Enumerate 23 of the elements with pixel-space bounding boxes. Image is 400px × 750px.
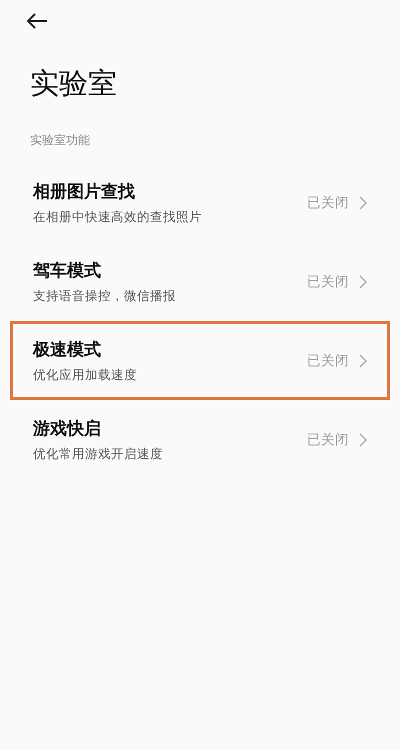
setting-title: 极速模式: [33, 338, 102, 360]
chevron-right-icon: [359, 274, 367, 288]
setting-row[interactable]: 驾车模式 支持语音操控，微信播报 已关闭: [10, 242, 390, 321]
highlight-frame[interactable]: 极速模式 优化应用加载速度 已关闭: [10, 321, 390, 400]
chevron-right-icon: [359, 354, 367, 368]
setting-title: 游戏快启: [33, 418, 102, 440]
page-title: 实验室: [30, 65, 118, 102]
setting-status: 已关闭: [307, 352, 349, 370]
setting-status: 已关闭: [307, 194, 349, 212]
setting-status: 已关闭: [307, 430, 349, 448]
back-arrow-icon: [26, 13, 48, 29]
section-label: 实验室功能: [30, 132, 91, 149]
setting-row[interactable]: 游戏快启 优化常用游戏开启速度 已关闭: [10, 400, 390, 479]
setting-title: 驾车模式: [33, 260, 102, 282]
setting-description: 支持语音操控，微信播报: [33, 288, 177, 304]
setting-description: 优化常用游戏开启速度: [33, 446, 164, 462]
setting-row[interactable]: 相册图片查找 在相册中快速高效的查找照片 已关闭: [10, 163, 390, 242]
setting-description: 在相册中快速高效的查找照片: [33, 208, 203, 226]
chevron-right-icon: [359, 432, 367, 446]
setting-description: 优化应用加载速度: [33, 366, 138, 384]
setting-status: 已关闭: [307, 272, 349, 290]
chevron-right-icon: [359, 196, 367, 210]
setting-title: 相册图片查找: [33, 180, 136, 202]
